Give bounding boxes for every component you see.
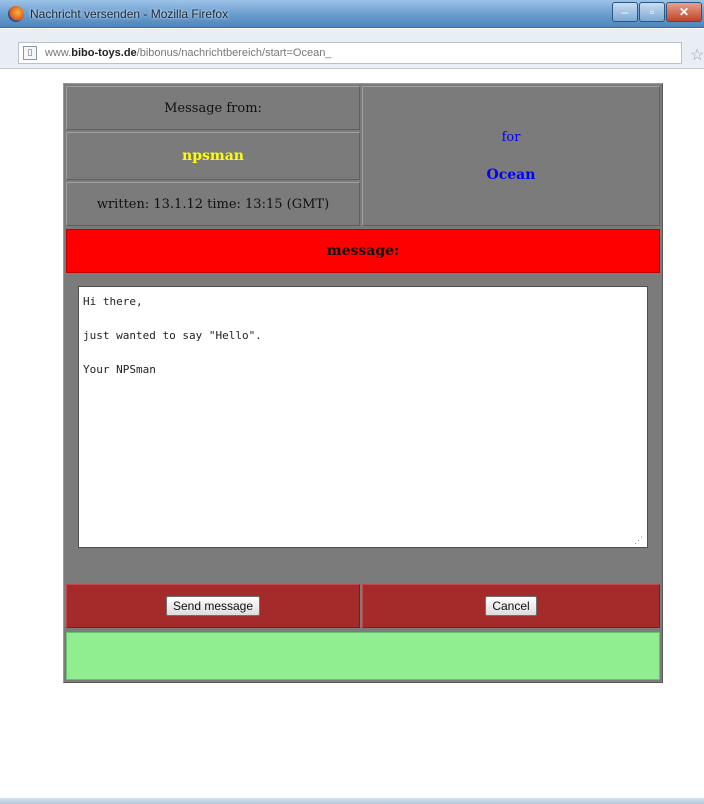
message-body-textarea[interactable]: [78, 286, 648, 548]
message-from-label: Message from:: [66, 86, 360, 130]
sender-name: npsman: [66, 132, 360, 180]
message-panel: Message from: npsman written: 13.1.12 ti…: [63, 83, 663, 683]
url-field[interactable]: ▯ www.bibo-toys.de/bibonus/nachrichtbere…: [18, 42, 682, 64]
minimize-button[interactable]: –: [612, 2, 638, 22]
recipient-name: Ocean: [486, 166, 536, 183]
bookmark-star-icon[interactable]: ☆: [690, 45, 704, 64]
page-icon: ▯: [23, 46, 37, 60]
url-path: /bibonus/nachrichtbereich/start=Ocean_: [136, 47, 332, 59]
address-bar: ▯ www.bibo-toys.de/bibonus/nachrichtbere…: [0, 29, 704, 69]
send-message-button[interactable]: Send message: [165, 596, 261, 616]
status-bar: [66, 632, 660, 680]
cancel-cell: Cancel: [362, 584, 660, 628]
bottom-border: [0, 798, 704, 804]
send-cell: Send message: [66, 584, 360, 628]
window-title: Nachricht versenden - Mozilla Firefox: [30, 7, 229, 21]
recipient-cell: for Ocean: [362, 86, 660, 226]
url-prefix: www.: [45, 47, 72, 59]
firefox-icon: [8, 6, 24, 22]
url-domain: bibo-toys.de: [71, 47, 137, 59]
for-label: for: [501, 129, 521, 145]
message-section-title: message:: [66, 229, 660, 273]
window-titlebar: Nachricht versenden - Mozilla Firefox – …: [0, 0, 704, 28]
maximize-button[interactable]: ▫: [639, 2, 665, 22]
cancel-button[interactable]: Cancel: [485, 596, 537, 616]
written-info: written: 13.1.12 time: 13:15 (GMT): [66, 182, 360, 226]
resize-grip-icon[interactable]: ⋰: [634, 536, 643, 546]
close-window-button[interactable]: ✕: [666, 2, 702, 22]
url-text[interactable]: www.bibo-toys.de/bibonus/nachrichtbereic…: [45, 47, 331, 59]
